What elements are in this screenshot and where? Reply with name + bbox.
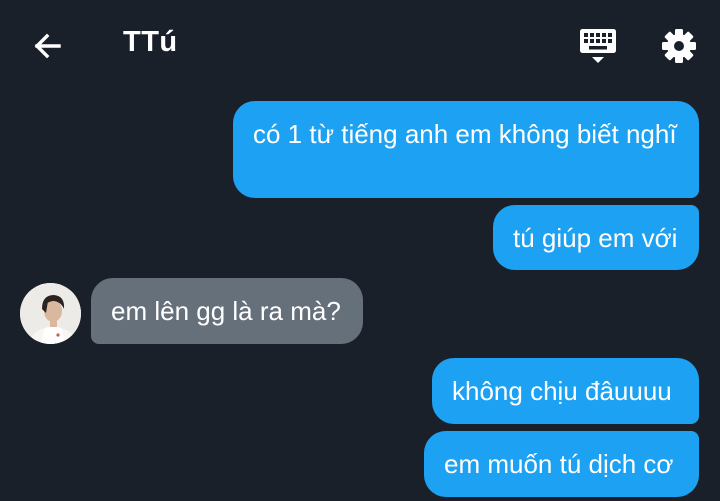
chat-header: TTú bbox=[0, 0, 720, 90]
message-bubble-outgoing[interactable]: có 1 từ tiếng anh em không biết nghĩ bbox=[233, 101, 699, 198]
contact-avatar[interactable] bbox=[20, 283, 81, 344]
keyboard-toggle-button[interactable] bbox=[578, 27, 618, 67]
message-bubble-outgoing[interactable]: không chịu đâuuuu bbox=[432, 358, 699, 424]
keyboard-icon bbox=[580, 29, 616, 63]
settings-button[interactable] bbox=[659, 26, 699, 66]
message-text: có 1 từ tiếng anh em không biết nghĩ bbox=[253, 119, 677, 149]
message-text: tú giúp em với bbox=[513, 223, 678, 253]
avatar-photo bbox=[20, 283, 81, 344]
message-text: em lên gg là ra mà? bbox=[111, 296, 341, 326]
message-bubble-outgoing[interactable]: em muốn tú dịch cơ bbox=[424, 431, 699, 497]
back-button[interactable] bbox=[28, 26, 68, 66]
message-text: em muốn tú dịch cơ bbox=[444, 449, 674, 479]
message-text: không chịu đâuuuu bbox=[452, 376, 672, 406]
message-bubble-incoming[interactable]: em lên gg là ra mà? bbox=[91, 278, 363, 344]
chat-screen: TTú có 1 từ tiếng anh em không biết nghĩ… bbox=[0, 0, 720, 501]
conversation-title: TTú bbox=[123, 26, 178, 58]
message-bubble-outgoing[interactable]: tú giúp em với bbox=[493, 205, 699, 270]
arrow-left-icon bbox=[34, 33, 61, 59]
gear-icon bbox=[662, 29, 696, 63]
